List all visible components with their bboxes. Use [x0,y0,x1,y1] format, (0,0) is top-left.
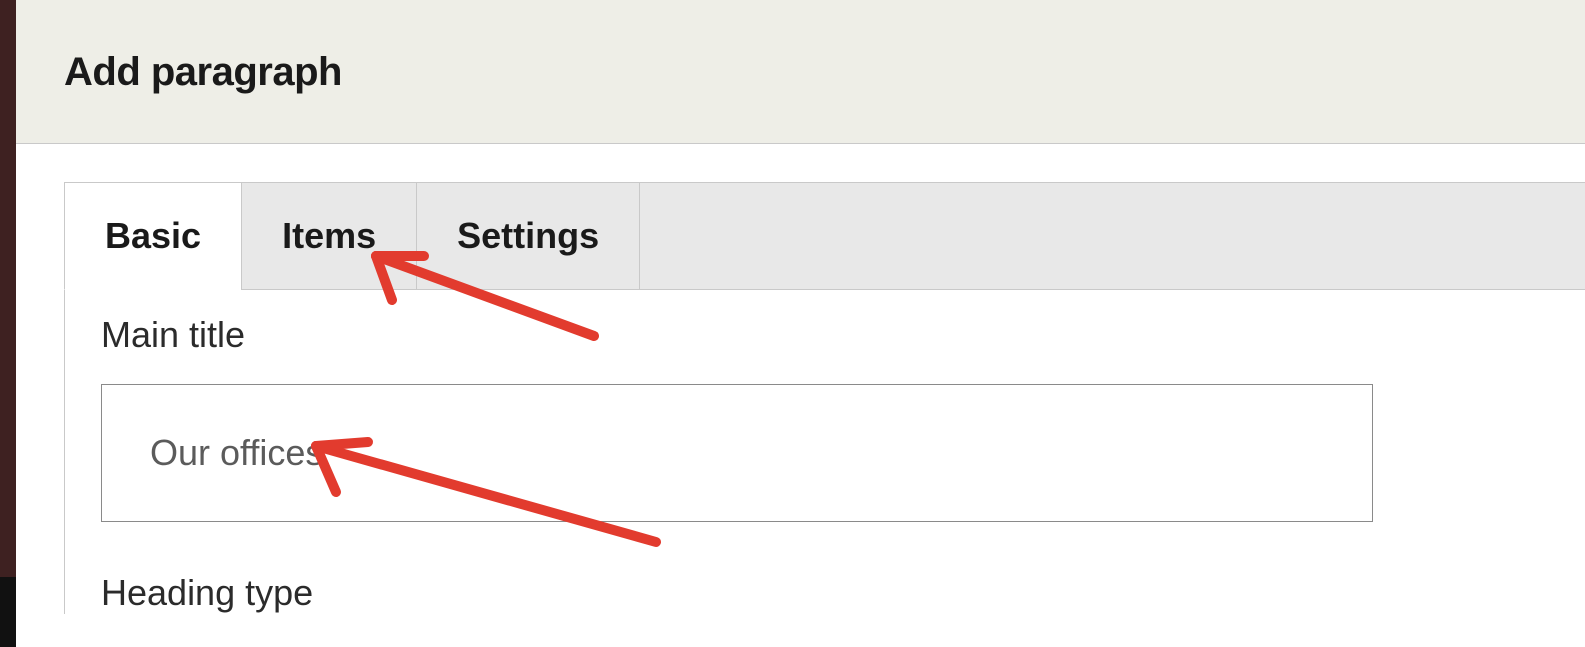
tabs-filler [639,183,1585,290]
main-title-label: Main title [101,314,1549,356]
modal-title: Add paragraph [64,50,1585,95]
heading-type-label: Heading type [101,572,1549,614]
window-left-gutter-bottom [0,577,16,647]
tab-label: Basic [105,215,201,257]
window-left-gutter [0,0,16,647]
tabs: Basic Items Settings [64,182,1585,290]
tab-settings[interactable]: Settings [416,183,639,290]
modal-content: Basic Items Settings Main title Heading … [16,144,1585,614]
main-title-input[interactable] [101,384,1373,522]
tab-label: Items [282,215,376,257]
tab-label: Settings [457,215,599,257]
tab-items[interactable]: Items [241,183,416,290]
tabs-container: Basic Items Settings Main title Heading … [64,182,1585,614]
tab-panel-basic: Main title Heading type [64,290,1585,614]
page: Add paragraph Basic Items Settings Main … [16,0,1585,647]
tab-basic[interactable]: Basic [64,183,241,290]
modal-header: Add paragraph [16,0,1585,144]
gap [101,522,1549,572]
